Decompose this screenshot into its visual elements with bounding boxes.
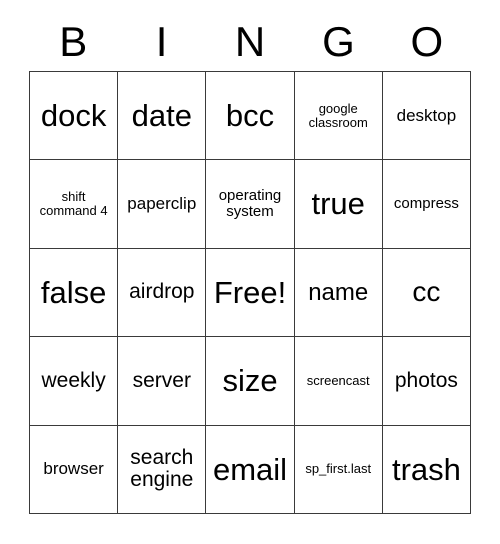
bingo-cell-g1[interactable]: google classroom <box>294 72 383 161</box>
bingo-cell-label: compress <box>393 195 459 213</box>
bingo-cell-o5[interactable]: trash <box>382 425 472 515</box>
bingo-header-letter-g: G <box>322 18 355 65</box>
bingo-cell-label: size <box>222 363 278 399</box>
bingo-cell-label: weekly <box>41 368 106 392</box>
bingo-cell-label: trash <box>391 451 461 487</box>
bingo-cell-n5[interactable]: email <box>206 425 295 515</box>
bingo-cell-g4[interactable]: screencast <box>294 337 383 426</box>
bingo-cell-g3[interactable]: name <box>294 248 383 338</box>
bingo-cell-i5[interactable]: search engine <box>118 425 207 515</box>
bingo-cell-n2[interactable]: operating system <box>206 160 295 249</box>
bingo-cell-o4[interactable]: photos <box>382 337 472 426</box>
bingo-cell-b2[interactable]: shift command 4 <box>30 160 119 249</box>
bingo-cell-label: dock <box>40 97 107 133</box>
bingo-row: shift command 4 paperclip operating syst… <box>30 160 472 249</box>
bingo-header-row: B I N G O <box>29 14 471 70</box>
bingo-cell-label: airdrop <box>129 280 195 304</box>
bingo-cell-label: browser <box>43 459 104 479</box>
bingo-cell-b5[interactable]: browser <box>30 425 119 515</box>
bingo-cell-label: operating system <box>218 186 282 221</box>
bingo-cell-g2[interactable]: true <box>294 160 383 249</box>
bingo-cell-o3[interactable]: cc <box>382 248 472 338</box>
bingo-cell-label: desktop <box>396 105 457 125</box>
bingo-header-letter-i: I <box>155 18 168 65</box>
bingo-cell-b4[interactable]: weekly <box>30 337 119 426</box>
bingo-cell-b1[interactable]: dock <box>30 72 119 161</box>
bingo-cell-i4[interactable]: server <box>118 337 207 426</box>
bingo-cell-label: photos <box>394 368 458 392</box>
bingo-header-letter-n: N <box>234 18 266 65</box>
free-space-label: Free! <box>213 274 287 310</box>
bingo-cell-o2[interactable]: compress <box>382 160 472 249</box>
bingo-cell-label: google classroom <box>308 100 368 130</box>
bingo-cell-free-space[interactable]: Free! <box>206 248 295 338</box>
bingo-cell-label: name <box>308 278 369 306</box>
bingo-grid: dock date bcc google classroom desktop s… <box>29 71 472 515</box>
bingo-cell-b3[interactable]: false <box>30 248 119 338</box>
bingo-row: dock date bcc google classroom desktop <box>30 72 472 161</box>
bingo-cell-g5[interactable]: sp_first.last <box>294 425 383 515</box>
bingo-header-letter-o: O <box>410 18 444 65</box>
bingo-cell-label: sp_first.last <box>305 461 372 477</box>
bingo-row: browser search engine email sp_first.las… <box>30 425 472 515</box>
bingo-header-letter-b: B <box>59 18 88 65</box>
bingo-cell-label: search engine <box>130 445 194 492</box>
bingo-cell-i1[interactable]: date <box>118 72 207 161</box>
bingo-cell-n1[interactable]: bcc <box>206 72 295 161</box>
bingo-cell-label: paperclip <box>127 193 197 213</box>
bingo-cell-label: cc <box>412 276 441 308</box>
bingo-cell-label: email <box>212 451 288 487</box>
bingo-cell-label: shift command 4 <box>39 189 108 219</box>
bingo-row: weekly server size screencast photos <box>30 337 472 426</box>
bingo-card: B I N G O dock date bcc google classroom… <box>0 0 500 544</box>
bingo-cell-i3[interactable]: airdrop <box>118 248 207 338</box>
bingo-cell-label: true <box>311 186 365 222</box>
bingo-cell-label: screencast <box>306 372 370 388</box>
bingo-cell-label: bcc <box>225 97 275 133</box>
bingo-row: false airdrop Free! name cc <box>30 248 472 338</box>
bingo-cell-label: date <box>131 97 192 133</box>
bingo-cell-i2[interactable]: paperclip <box>118 160 207 249</box>
bingo-cell-o1[interactable]: desktop <box>382 72 472 161</box>
bingo-cell-label: false <box>40 274 107 310</box>
bingo-cell-label: server <box>132 368 191 392</box>
bingo-cell-n4[interactable]: size <box>206 337 295 426</box>
